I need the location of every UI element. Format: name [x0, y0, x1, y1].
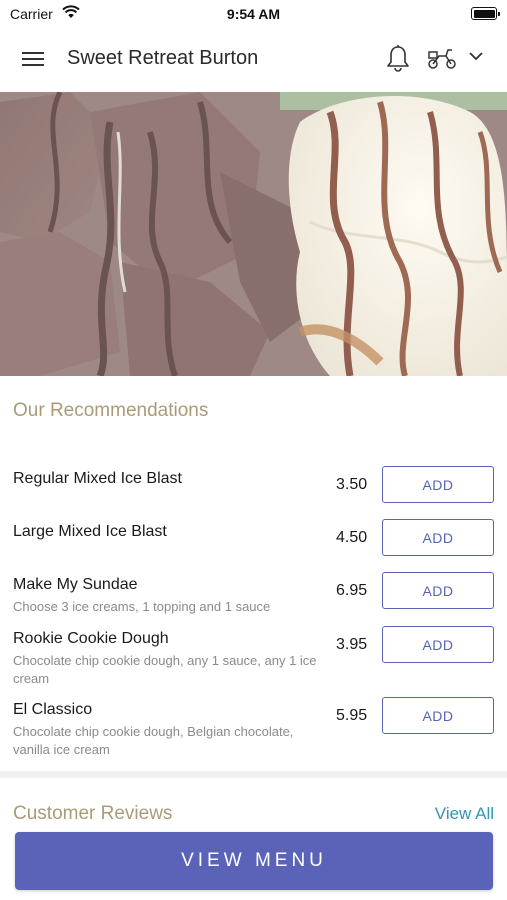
item-name: Regular Mixed Ice Blast — [13, 470, 182, 487]
item-name: El Classico — [13, 701, 93, 718]
add-button[interactable]: ADD — [382, 697, 494, 734]
add-button[interactable]: ADD — [382, 626, 494, 663]
bell-icon[interactable] — [384, 44, 412, 74]
page-title: Sweet Retreat Burton — [67, 47, 259, 69]
item-price: 3.95 — [336, 636, 368, 653]
item-name: Large Mixed Ice Blast — [13, 523, 167, 540]
chevron-down-icon[interactable] — [468, 50, 484, 62]
item-description: Chocolate chip cookie dough, any 1 sauce… — [13, 653, 317, 686]
add-button[interactable]: ADD — [382, 519, 494, 556]
item-price: 5.95 — [336, 707, 368, 724]
view-menu-button[interactable]: VIEW MENU — [15, 832, 493, 890]
item-price: 4.50 — [336, 529, 368, 546]
item-name: Make My Sundae — [13, 576, 138, 593]
hero-dessert-photo — [0, 92, 507, 376]
app-header: Sweet Retreat Burton — [0, 28, 507, 92]
view-all-reviews-link[interactable]: View All — [435, 804, 494, 824]
item-description: Chocolate chip cookie dough, Belgian cho… — [13, 724, 294, 757]
hamburger-menu-icon[interactable] — [22, 50, 46, 68]
reviews-title: Customer Reviews — [13, 803, 173, 824]
add-button[interactable]: ADD — [382, 466, 494, 503]
battery-icon — [471, 7, 500, 20]
item-name: Rookie Cookie Dough — [13, 630, 169, 647]
status-bar: Carrier 9:54 AM — [0, 0, 507, 28]
section-divider — [0, 771, 507, 778]
status-time: 9:54 AM — [226, 6, 281, 22]
item-price: 6.95 — [336, 582, 368, 599]
add-button[interactable]: ADD — [382, 572, 494, 609]
item-description: Choose 3 ice creams, 1 topping and 1 sau… — [13, 599, 271, 614]
delivery-scooter-icon[interactable] — [426, 46, 458, 70]
recommendations-title: Our Recommendations — [13, 400, 209, 421]
item-price: 3.50 — [336, 476, 368, 493]
